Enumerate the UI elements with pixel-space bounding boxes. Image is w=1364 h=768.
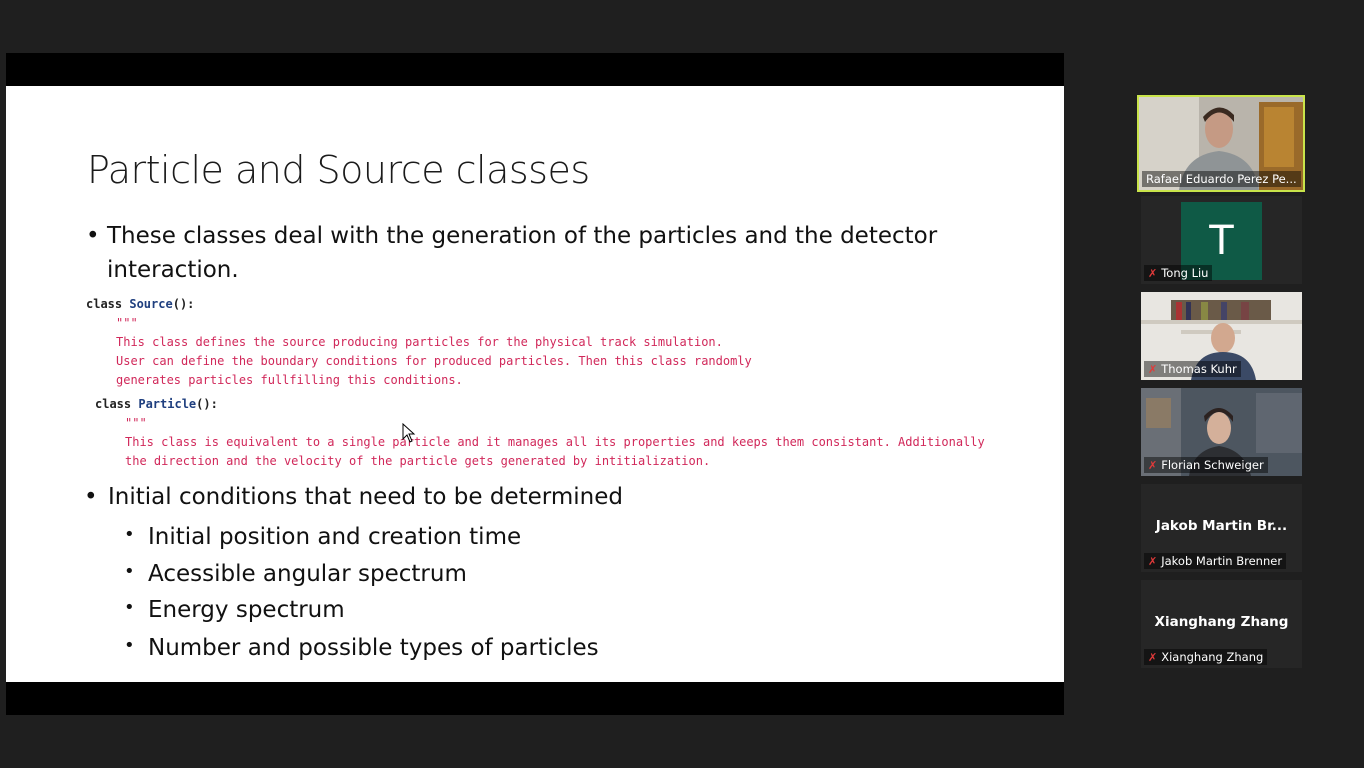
mic-muted-icon: ✗ — [1148, 554, 1158, 568]
presentation-slide: Particle and Source classes • These clas… — [6, 86, 1064, 682]
participant-name-tag: ✗ Thomas Kuhr — [1144, 361, 1241, 377]
mouse-cursor-icon — [402, 423, 416, 443]
bullet-dot: • — [124, 561, 135, 582]
participant-tile[interactable]: ✗ Thomas Kuhr — [1141, 292, 1302, 380]
code-particle-doc-line: the direction and the velocity of the pa… — [125, 454, 711, 468]
participant-tile[interactable]: ✗ Florian Schweiger — [1141, 388, 1302, 476]
participant-display-name: Xianghang Zhang — [1154, 614, 1289, 630]
participant-tile[interactable]: T ✗ Tong Liu — [1141, 196, 1302, 284]
bullet-dot: • — [124, 597, 135, 618]
code-source-doc-line: generates particles fullfilling this con… — [116, 373, 463, 387]
participant-name-tag: ✗ Xianghang Zhang — [1144, 649, 1268, 665]
participant-name-tag: ✗ Jakob Martin Brenner — [1144, 553, 1287, 569]
bullet-dot: • — [124, 635, 135, 656]
code-particle-docquote: """ — [125, 416, 147, 430]
bullet-classes: • These classes deal with the generation… — [86, 219, 946, 287]
participant-name-tag: ✗ Florian Schweiger — [1144, 457, 1268, 473]
mic-muted-icon: ✗ — [1148, 266, 1158, 280]
participant-name-tag: ✗ Tong Liu — [1144, 265, 1213, 281]
bullet-dot: • — [86, 223, 100, 249]
bullet-dot: • — [124, 524, 135, 545]
participant-tile[interactable]: Xianghang Zhang ✗ Xianghang Zhang — [1141, 580, 1302, 668]
subbullet-item: • Number and possible types of particles — [124, 635, 599, 661]
bullet-dot: • — [84, 484, 98, 510]
code-source-doc-line: This class defines the source producing … — [116, 335, 723, 349]
subbullet-item: • Acessible angular spectrum — [124, 561, 467, 587]
subbullet-item: • Energy spectrum — [124, 597, 345, 623]
mic-muted-icon: ✗ — [1148, 458, 1158, 472]
participant-display-name: Jakob Martin Br... — [1155, 518, 1288, 534]
code-source-docquote: """ — [116, 316, 138, 330]
participant-name-tag: Rafael Eduardo Perez Pe... — [1142, 171, 1301, 187]
mic-muted-icon: ✗ — [1148, 362, 1158, 376]
code-particle-doc-line: This class is equivalent to a single par… — [125, 435, 985, 449]
participant-tile-active-speaker[interactable]: Rafael Eduardo Perez Pe... — [1137, 95, 1305, 192]
bullet-text: Initial conditions that need to be deter… — [108, 484, 623, 510]
code-source-header: class Source(): — [86, 297, 195, 311]
slide-title: Particle and Source classes — [87, 148, 590, 192]
bullet-initial-conditions: • Initial conditions that need to be det… — [84, 484, 623, 510]
bullet-text: These classes deal with the generation o… — [107, 223, 938, 283]
subbullet-item: • Initial position and creation time — [124, 524, 522, 550]
code-source-doc-line: User can define the boundary conditions … — [116, 354, 752, 368]
participant-tile[interactable]: Jakob Martin Br... ✗ Jakob Martin Brenner — [1141, 484, 1302, 572]
code-particle-header: class Particle(): — [95, 397, 218, 411]
mic-muted-icon: ✗ — [1148, 650, 1158, 664]
